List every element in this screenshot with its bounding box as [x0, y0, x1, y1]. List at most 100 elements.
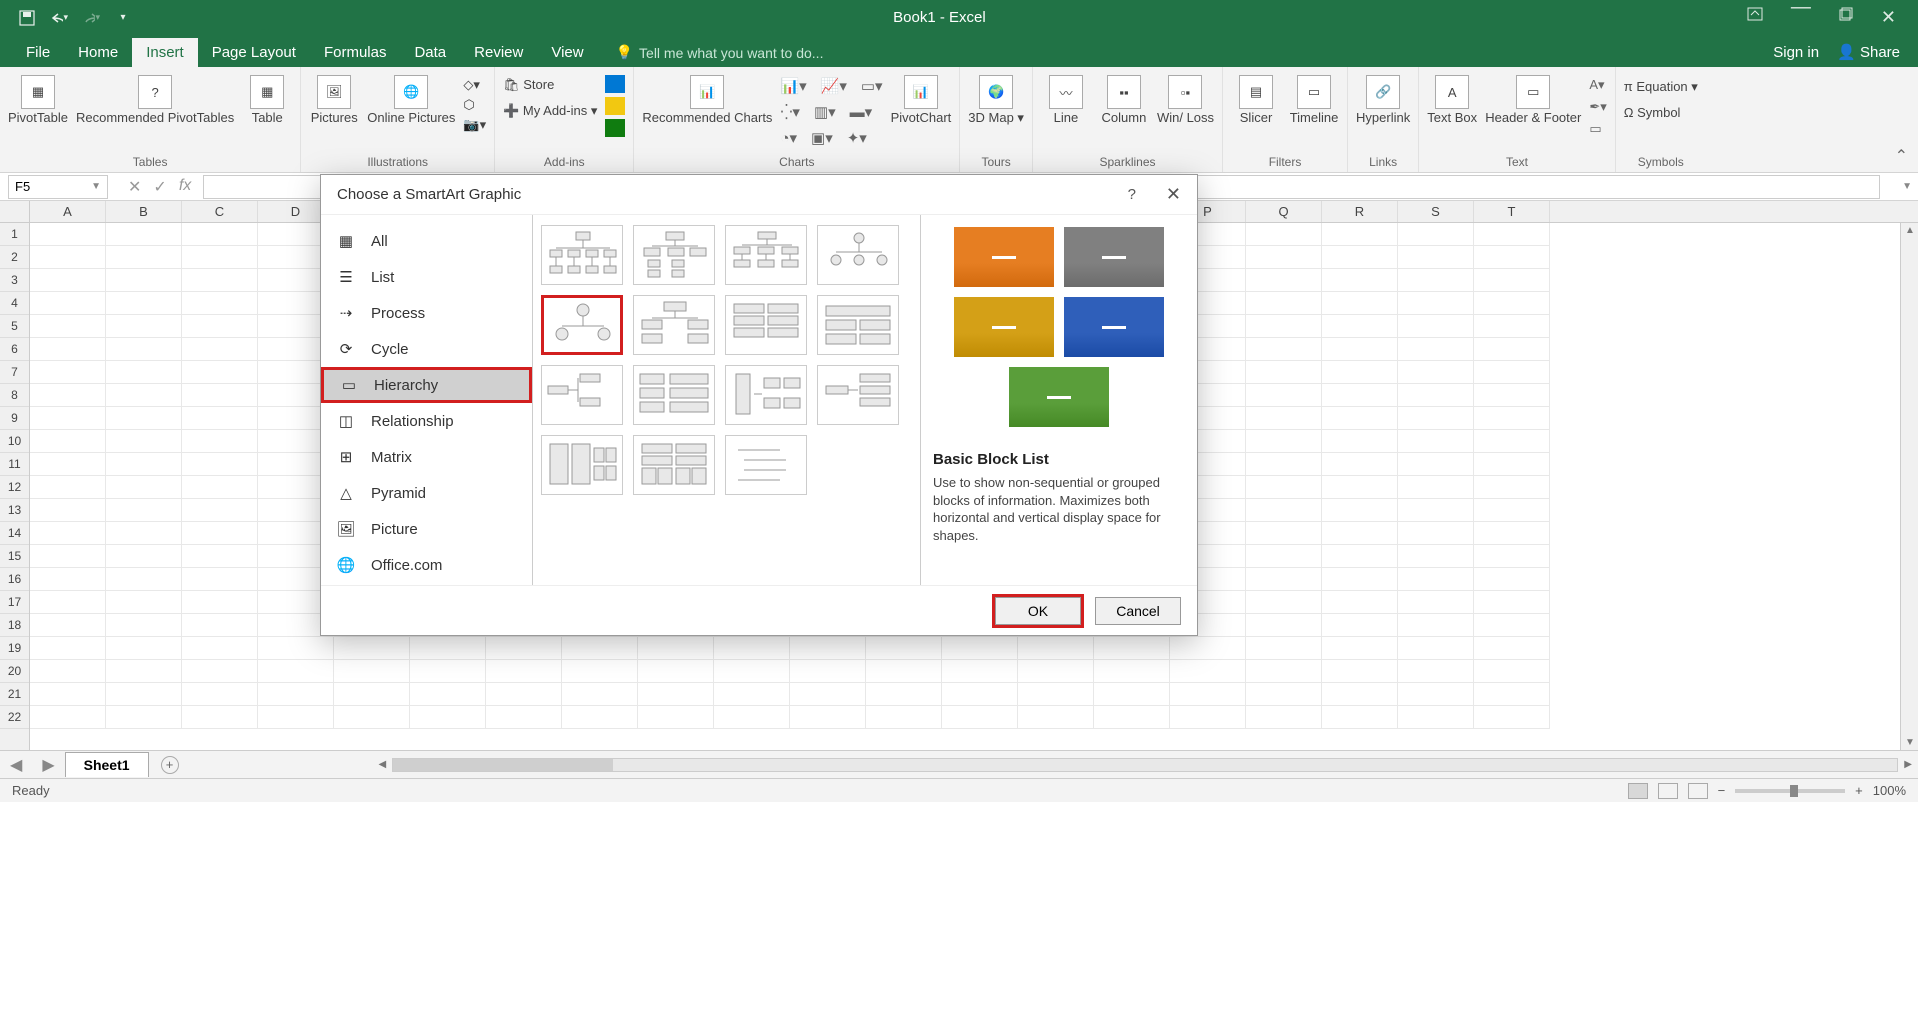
row-header[interactable]: 15 [0, 545, 29, 568]
tab-review[interactable]: Review [460, 38, 537, 67]
cell[interactable] [1398, 706, 1474, 729]
cell[interactable] [486, 637, 562, 660]
store-button[interactable]: 🛍 Store [503, 77, 597, 93]
cell[interactable] [1474, 315, 1550, 338]
scroll-right-icon[interactable]: ▶ [1904, 759, 1912, 770]
cell[interactable] [106, 568, 182, 591]
cell[interactable] [1246, 223, 1322, 246]
category-officecom[interactable]: 🌐Office.com [321, 547, 532, 583]
scroll-up-icon[interactable]: ▲ [1905, 225, 1915, 236]
cell[interactable] [182, 614, 258, 637]
cell[interactable] [182, 315, 258, 338]
cell[interactable] [1474, 476, 1550, 499]
cell[interactable] [1246, 683, 1322, 706]
cell[interactable] [562, 637, 638, 660]
row-header[interactable]: 16 [0, 568, 29, 591]
cell[interactable] [1474, 522, 1550, 545]
cell[interactable] [1474, 545, 1550, 568]
cell[interactable] [182, 545, 258, 568]
cell[interactable] [638, 637, 714, 660]
zoom-out-button[interactable]: − [1718, 783, 1726, 798]
column-header[interactable]: R [1322, 201, 1398, 222]
sparkline-line-button[interactable]: 〰Line [1041, 71, 1091, 125]
cell[interactable] [410, 637, 486, 660]
cell[interactable] [30, 660, 106, 683]
cell[interactable] [638, 683, 714, 706]
row-header[interactable]: 21 [0, 683, 29, 706]
minimize-icon[interactable]: — [1791, 7, 1811, 28]
cell[interactable] [182, 384, 258, 407]
cell[interactable] [1474, 430, 1550, 453]
gallery-item[interactable] [633, 295, 715, 355]
column-chart-icon[interactable]: ▥▾ [814, 103, 836, 121]
cell[interactable] [1398, 476, 1474, 499]
cell[interactable] [410, 660, 486, 683]
cell[interactable] [182, 568, 258, 591]
cell[interactable] [182, 361, 258, 384]
cell[interactable] [1398, 407, 1474, 430]
cell[interactable] [866, 660, 942, 683]
page-break-view-button[interactable] [1688, 783, 1708, 799]
scroll-left-icon[interactable]: ◀ [379, 759, 387, 770]
sheet-tab-sheet1[interactable]: Sheet1 [65, 752, 149, 777]
recommended-charts-button[interactable]: 📊Recommended Charts [642, 71, 772, 125]
cell[interactable] [182, 269, 258, 292]
cell[interactable] [182, 476, 258, 499]
text-box-button[interactable]: AText Box [1427, 71, 1477, 125]
row-header[interactable]: 14 [0, 522, 29, 545]
namebox-dropdown-icon[interactable]: ▼ [91, 181, 101, 192]
cell[interactable] [1474, 361, 1550, 384]
hierarchy-chart-icon[interactable]: ▭▾ [861, 77, 883, 95]
tab-view[interactable]: View [537, 38, 597, 67]
cell[interactable] [30, 246, 106, 269]
cell[interactable] [1018, 683, 1094, 706]
column-header[interactable]: Q [1246, 201, 1322, 222]
ribbon-display-icon[interactable] [1747, 7, 1763, 28]
row-header[interactable]: 22 [0, 706, 29, 729]
category-list[interactable]: ☰List [321, 259, 532, 295]
cell[interactable] [258, 683, 334, 706]
timeline-button[interactable]: ▭Timeline [1289, 71, 1339, 125]
cell[interactable] [258, 637, 334, 660]
gallery-item[interactable] [633, 225, 715, 285]
cell[interactable] [106, 476, 182, 499]
row-header[interactable]: 9 [0, 407, 29, 430]
shapes-icon[interactable]: ◇▾ [463, 77, 486, 93]
cell[interactable] [106, 499, 182, 522]
row-header[interactable]: 13 [0, 499, 29, 522]
my-addins-button[interactable]: ➕ My Add-ins ▾ [503, 103, 597, 119]
gallery-item[interactable] [817, 225, 899, 285]
cell[interactable] [1246, 361, 1322, 384]
qat-customize-icon[interactable]: ▾ [114, 9, 132, 27]
cell[interactable] [1398, 292, 1474, 315]
radar-chart-icon[interactable]: ✦▾ [847, 129, 867, 147]
cell[interactable] [1170, 660, 1246, 683]
cell[interactable] [1018, 637, 1094, 660]
cell[interactable] [1398, 223, 1474, 246]
hyperlink-button[interactable]: 🔗Hyperlink [1356, 71, 1410, 125]
cell[interactable] [30, 223, 106, 246]
cell[interactable] [1474, 499, 1550, 522]
cell[interactable] [334, 706, 410, 729]
row-header[interactable]: 5 [0, 315, 29, 338]
cell[interactable] [1398, 660, 1474, 683]
header-footer-button[interactable]: ▭Header & Footer [1485, 71, 1581, 125]
recommended-pivottables-button[interactable]: ?Recommended PivotTables [76, 71, 234, 125]
cell[interactable] [182, 338, 258, 361]
cell[interactable] [410, 683, 486, 706]
category-process[interactable]: ⇢Process [321, 295, 532, 331]
fx-icon[interactable]: fx [179, 177, 191, 197]
equation-button[interactable]: π Equation ▾ [1624, 79, 1698, 95]
sparkline-column-button[interactable]: ▪▪Column [1099, 71, 1149, 125]
cell[interactable] [182, 683, 258, 706]
smartart-icon[interactable]: ⬡ [463, 97, 486, 113]
restore-icon[interactable] [1839, 7, 1853, 28]
table-button[interactable]: ▦Table [242, 71, 292, 125]
cell[interactable] [1246, 453, 1322, 476]
cell[interactable] [30, 430, 106, 453]
cell[interactable] [714, 637, 790, 660]
column-header[interactable]: T [1474, 201, 1550, 222]
cell[interactable] [182, 522, 258, 545]
cell[interactable] [1322, 315, 1398, 338]
cell[interactable] [1474, 338, 1550, 361]
